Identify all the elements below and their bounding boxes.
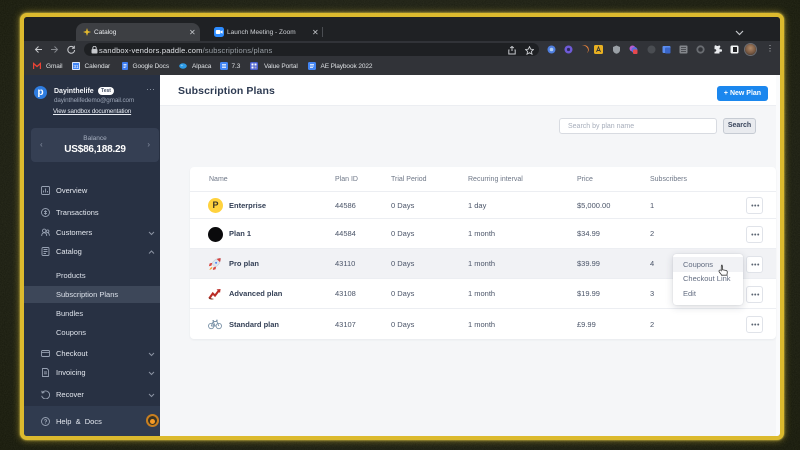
svg-text:31: 31 — [73, 64, 79, 69]
